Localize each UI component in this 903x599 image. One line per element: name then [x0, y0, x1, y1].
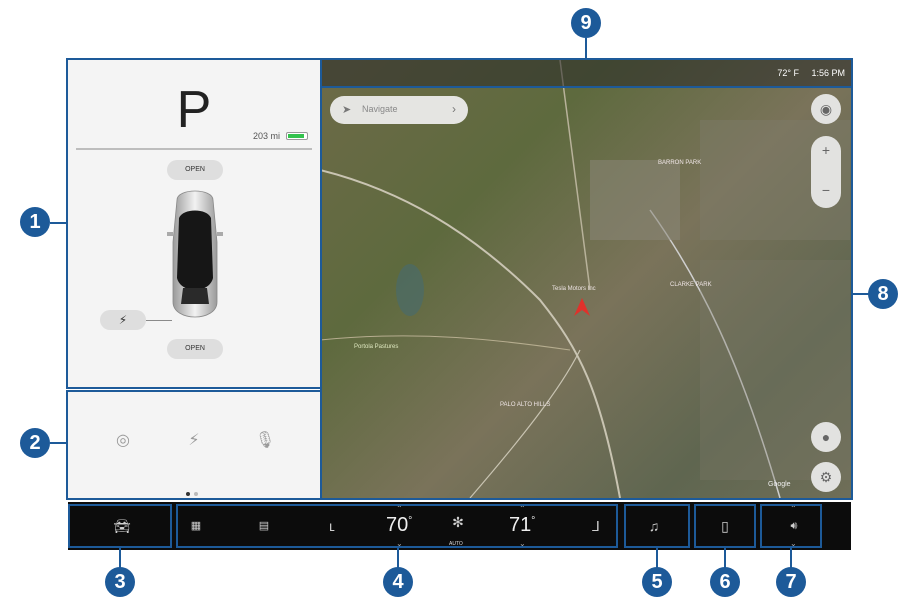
callout-9-leader: [585, 38, 587, 58]
region-9-outline: [320, 58, 853, 88]
callout-6: 6: [710, 567, 740, 597]
region-3-outline: [68, 504, 172, 548]
region-7-outline: [760, 504, 822, 548]
callout-1: 1: [20, 207, 50, 237]
callout-3: 3: [105, 567, 135, 597]
callout-8-leader: [853, 293, 869, 295]
region-4-outline: [176, 504, 618, 548]
callout-2: 2: [20, 428, 50, 458]
callout-1-leader: [50, 222, 66, 224]
callout-5: 5: [642, 567, 672, 597]
region-5-outline: [624, 504, 690, 548]
region-6-outline: [694, 504, 756, 548]
region-2-outline: [66, 390, 322, 500]
callout-8: 8: [868, 279, 898, 309]
annotated-tesla-screen: P 203 mi OPEN ⚡︎ OPEN ◎ ⚡︎ 🎙︎ Tesla Moto…: [0, 0, 903, 599]
callout-4: 4: [383, 567, 413, 597]
callout-9: 9: [571, 8, 601, 38]
region-8-outline: [320, 86, 853, 500]
region-1-outline: [66, 58, 322, 389]
callout-7: 7: [776, 567, 806, 597]
callout-2-leader: [50, 442, 66, 444]
